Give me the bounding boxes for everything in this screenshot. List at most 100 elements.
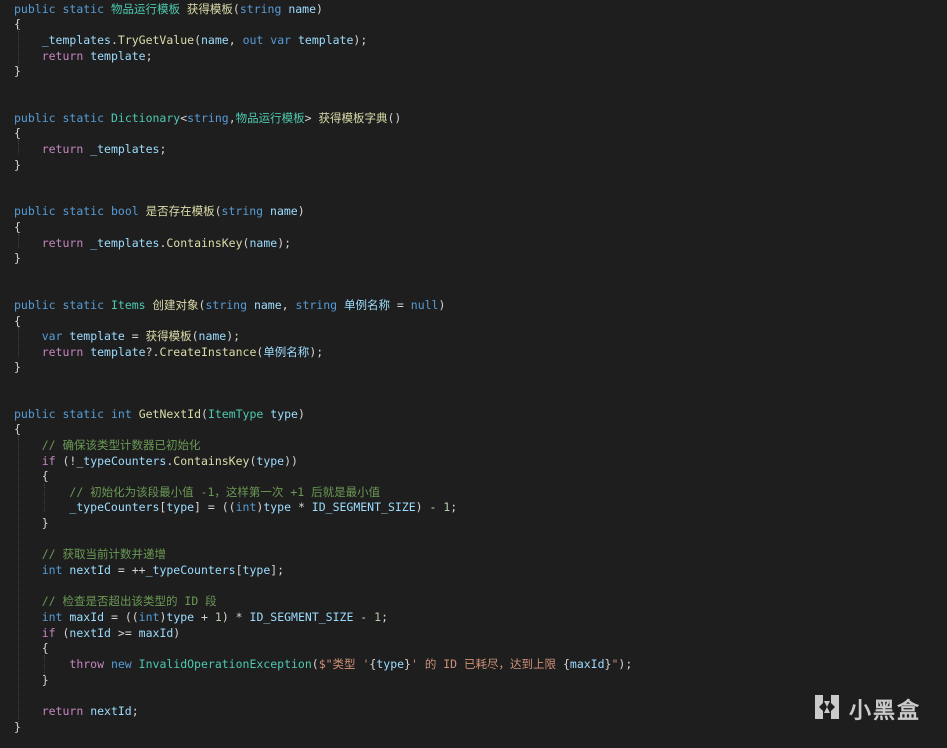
code-token: > bbox=[304, 111, 319, 125]
code-line: int maxId = ((int)type + 1) * ID_SEGMENT… bbox=[14, 609, 388, 625]
code-token: Dictionary bbox=[110, 111, 181, 125]
code-token: return bbox=[41, 345, 84, 359]
code-token: var bbox=[270, 33, 292, 47]
code-token: static bbox=[62, 407, 105, 421]
code-token: ContainsKey bbox=[173, 454, 250, 468]
code-editor[interactable]: public static 物品运行模板 获得模板(string name){ … bbox=[0, 0, 947, 748]
code-line: } bbox=[14, 250, 21, 266]
indent-guide bbox=[18, 234, 19, 248]
code-line: _typeCounters[type] = ((int)type * ID_SE… bbox=[14, 499, 457, 515]
code-token: public bbox=[14, 111, 56, 125]
code-token: _templates bbox=[90, 142, 160, 156]
code-token: name bbox=[198, 329, 227, 343]
code-token: name bbox=[249, 236, 278, 250]
code-token: , bbox=[228, 111, 236, 125]
code-token: ItemType bbox=[207, 407, 264, 421]
code-token: 获得模板字典 bbox=[318, 111, 388, 125]
code-line: } bbox=[14, 515, 49, 531]
code-token: = bbox=[124, 329, 146, 343]
code-token: ( bbox=[191, 329, 199, 343]
code-token: return bbox=[41, 236, 84, 250]
code-token: )) bbox=[284, 454, 298, 468]
code-token: TryGetValue bbox=[117, 33, 195, 47]
code-token: ( bbox=[194, 33, 201, 47]
code-line: public static int GetNextId(ItemType typ… bbox=[14, 406, 305, 422]
code-token: type bbox=[270, 407, 298, 421]
code-token: type bbox=[376, 657, 405, 671]
code-line: } bbox=[14, 359, 21, 375]
code-token: GetNextId bbox=[138, 407, 201, 421]
code-token: name bbox=[253, 298, 282, 312]
code-token: type bbox=[242, 563, 271, 577]
code-line: public static Dictionary<string,物品运行模板> … bbox=[14, 110, 401, 126]
code-token: 创建对象 bbox=[152, 298, 199, 312]
code-token: ; bbox=[381, 610, 389, 624]
code-token: nextId bbox=[69, 626, 111, 640]
code-token: public bbox=[14, 2, 56, 16]
code-token: , bbox=[281, 298, 296, 312]
code-token: ' 的 ID 已耗尽，达到上限 bbox=[410, 657, 563, 671]
code-token: _templates bbox=[90, 236, 160, 250]
code-line: public static 物品运行模板 获得模板(string name) bbox=[14, 1, 323, 17]
code-token: [ bbox=[235, 563, 243, 577]
code-line: if (nextId >= maxId) bbox=[14, 625, 181, 641]
code-token: + bbox=[194, 610, 215, 624]
code-token: ) bbox=[438, 298, 446, 312]
code-token: 获得模板 bbox=[145, 329, 192, 343]
indent-guide bbox=[18, 327, 19, 357]
code-line: return _templates; bbox=[14, 141, 167, 157]
code-line: _templates.TryGetValue(name, out var tem… bbox=[14, 32, 368, 48]
code-token: null bbox=[410, 298, 439, 312]
code-token: ) bbox=[316, 2, 323, 16]
code-token: 物品运行模板 bbox=[110, 2, 180, 16]
code-token: >= bbox=[110, 626, 139, 640]
code-token: int bbox=[110, 407, 132, 421]
code-token: $"类型 ' bbox=[318, 657, 370, 671]
code-token: name bbox=[270, 204, 298, 218]
code-token: 是否存在模板 bbox=[145, 204, 215, 218]
code-token: maxId bbox=[69, 610, 105, 624]
code-token: ) * bbox=[221, 610, 250, 624]
code-token: ) bbox=[297, 204, 305, 218]
indent-guide bbox=[44, 655, 45, 683]
code-token: string bbox=[221, 204, 264, 218]
code-token: ) bbox=[297, 407, 305, 421]
code-line: { bbox=[14, 421, 21, 437]
code-token: if bbox=[41, 454, 56, 468]
code-line: var template = 获得模板(name); bbox=[14, 328, 240, 344]
code-token: { bbox=[14, 314, 21, 328]
code-token: ); bbox=[353, 33, 368, 47]
code-token: CreateInstance bbox=[159, 345, 257, 359]
code-token: return bbox=[41, 49, 84, 63]
code-line: } bbox=[14, 157, 21, 173]
code-token: maxId bbox=[138, 626, 174, 640]
code-token: template bbox=[298, 33, 354, 47]
code-token: static bbox=[62, 111, 105, 125]
code-token: () bbox=[387, 111, 402, 125]
code-token: public bbox=[14, 407, 56, 421]
code-token: _templates bbox=[41, 33, 111, 47]
code-token: int bbox=[138, 610, 160, 624]
code-token: type bbox=[166, 500, 195, 514]
code-token: ( bbox=[214, 204, 222, 218]
code-token: string bbox=[205, 298, 248, 312]
code-token: name bbox=[201, 33, 229, 47]
code-token: } bbox=[14, 360, 21, 374]
code-token: template bbox=[69, 329, 125, 343]
code-token: out bbox=[242, 33, 264, 47]
code-token: ContainsKey bbox=[166, 236, 243, 250]
code-line: if (!_typeCounters.ContainsKey(type)) bbox=[14, 453, 298, 469]
code-token: { bbox=[562, 657, 570, 671]
code-token: string bbox=[295, 298, 338, 312]
code-token: type bbox=[166, 610, 195, 624]
code-token: _typeCounters bbox=[76, 454, 167, 468]
